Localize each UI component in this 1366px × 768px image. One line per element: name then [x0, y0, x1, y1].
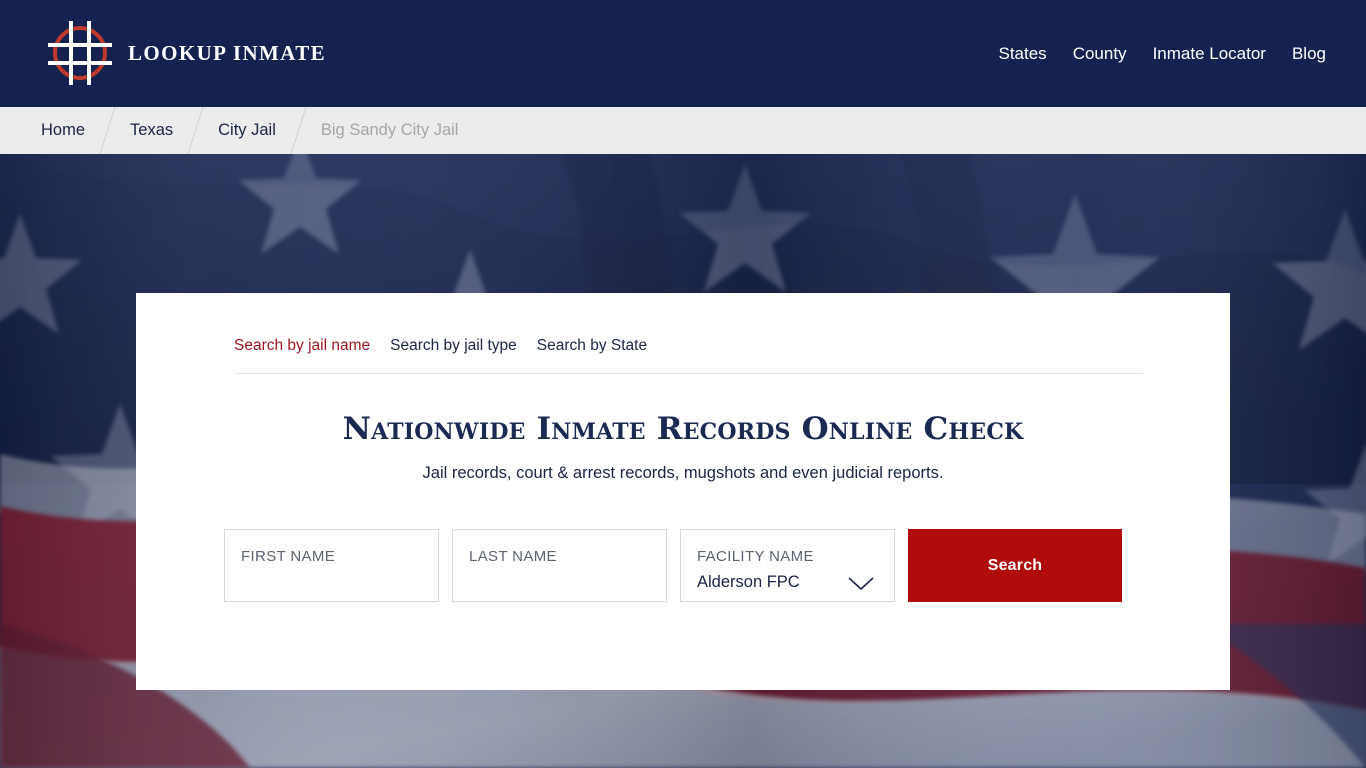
search-button[interactable]: Search — [908, 529, 1122, 602]
nav-item-blog[interactable]: Blog — [1292, 45, 1326, 62]
page-subtitle: Jail records, court & arrest records, mu… — [422, 464, 944, 482]
breadcrumb-item-texas[interactable]: Texas — [130, 122, 173, 139]
facility-name-value: Alderson FPC — [697, 573, 800, 591]
brand-logo-link[interactable]: LOOKUP INMATE — [46, 18, 326, 88]
breadcrumb: Home Texas City Jail Big Sandy City Jail — [0, 107, 1366, 154]
nav-item-inmate-locator[interactable]: Inmate Locator — [1153, 45, 1266, 62]
site-header: LOOKUP INMATE States County Inmate Locat… — [0, 0, 1366, 107]
first-name-input[interactable]: FIRST NAME — [224, 529, 439, 602]
tabs-divider — [234, 373, 1143, 374]
search-form: FIRST NAME LAST NAME FACILITY NAME Alder… — [224, 529, 1122, 602]
breadcrumb-separator — [99, 107, 116, 154]
page-root: LOOKUP INMATE States County Inmate Locat… — [0, 0, 1366, 768]
facility-name-select[interactable]: FACILITY NAME Alderson FPC — [680, 529, 895, 602]
tab-search-by-jail-name[interactable]: Search by jail name — [234, 337, 370, 355]
facility-name-label: FACILITY NAME — [697, 548, 814, 565]
first-name-label: FIRST NAME — [241, 548, 336, 565]
nav-item-states[interactable]: States — [998, 45, 1046, 62]
main-navigation: States County Inmate Locator Blog — [998, 0, 1326, 107]
search-tabs: Search by jail name Search by jail type … — [234, 337, 647, 355]
last-name-label: LAST NAME — [469, 548, 557, 565]
crosshair-target-icon — [48, 21, 112, 85]
nav-item-county[interactable]: County — [1073, 45, 1127, 62]
search-card: Search by jail name Search by jail type … — [136, 293, 1230, 690]
tab-search-by-jail-type[interactable]: Search by jail type — [390, 337, 517, 355]
breadcrumb-item-home[interactable]: Home — [41, 122, 85, 139]
page-title: Nationwide Inmate Records Online Check — [342, 411, 1024, 447]
breadcrumb-item-city-jail[interactable]: City Jail — [218, 122, 276, 139]
last-name-input[interactable]: LAST NAME — [452, 529, 667, 602]
breadcrumb-item-current: Big Sandy City Jail — [320, 121, 459, 140]
breadcrumb-separator — [290, 107, 307, 154]
breadcrumb-separator — [187, 107, 204, 154]
tab-search-by-state[interactable]: Search by State — [537, 337, 647, 355]
chevron-down-icon[interactable] — [846, 574, 876, 592]
brand-name: LOOKUP INMATE — [128, 40, 327, 65]
